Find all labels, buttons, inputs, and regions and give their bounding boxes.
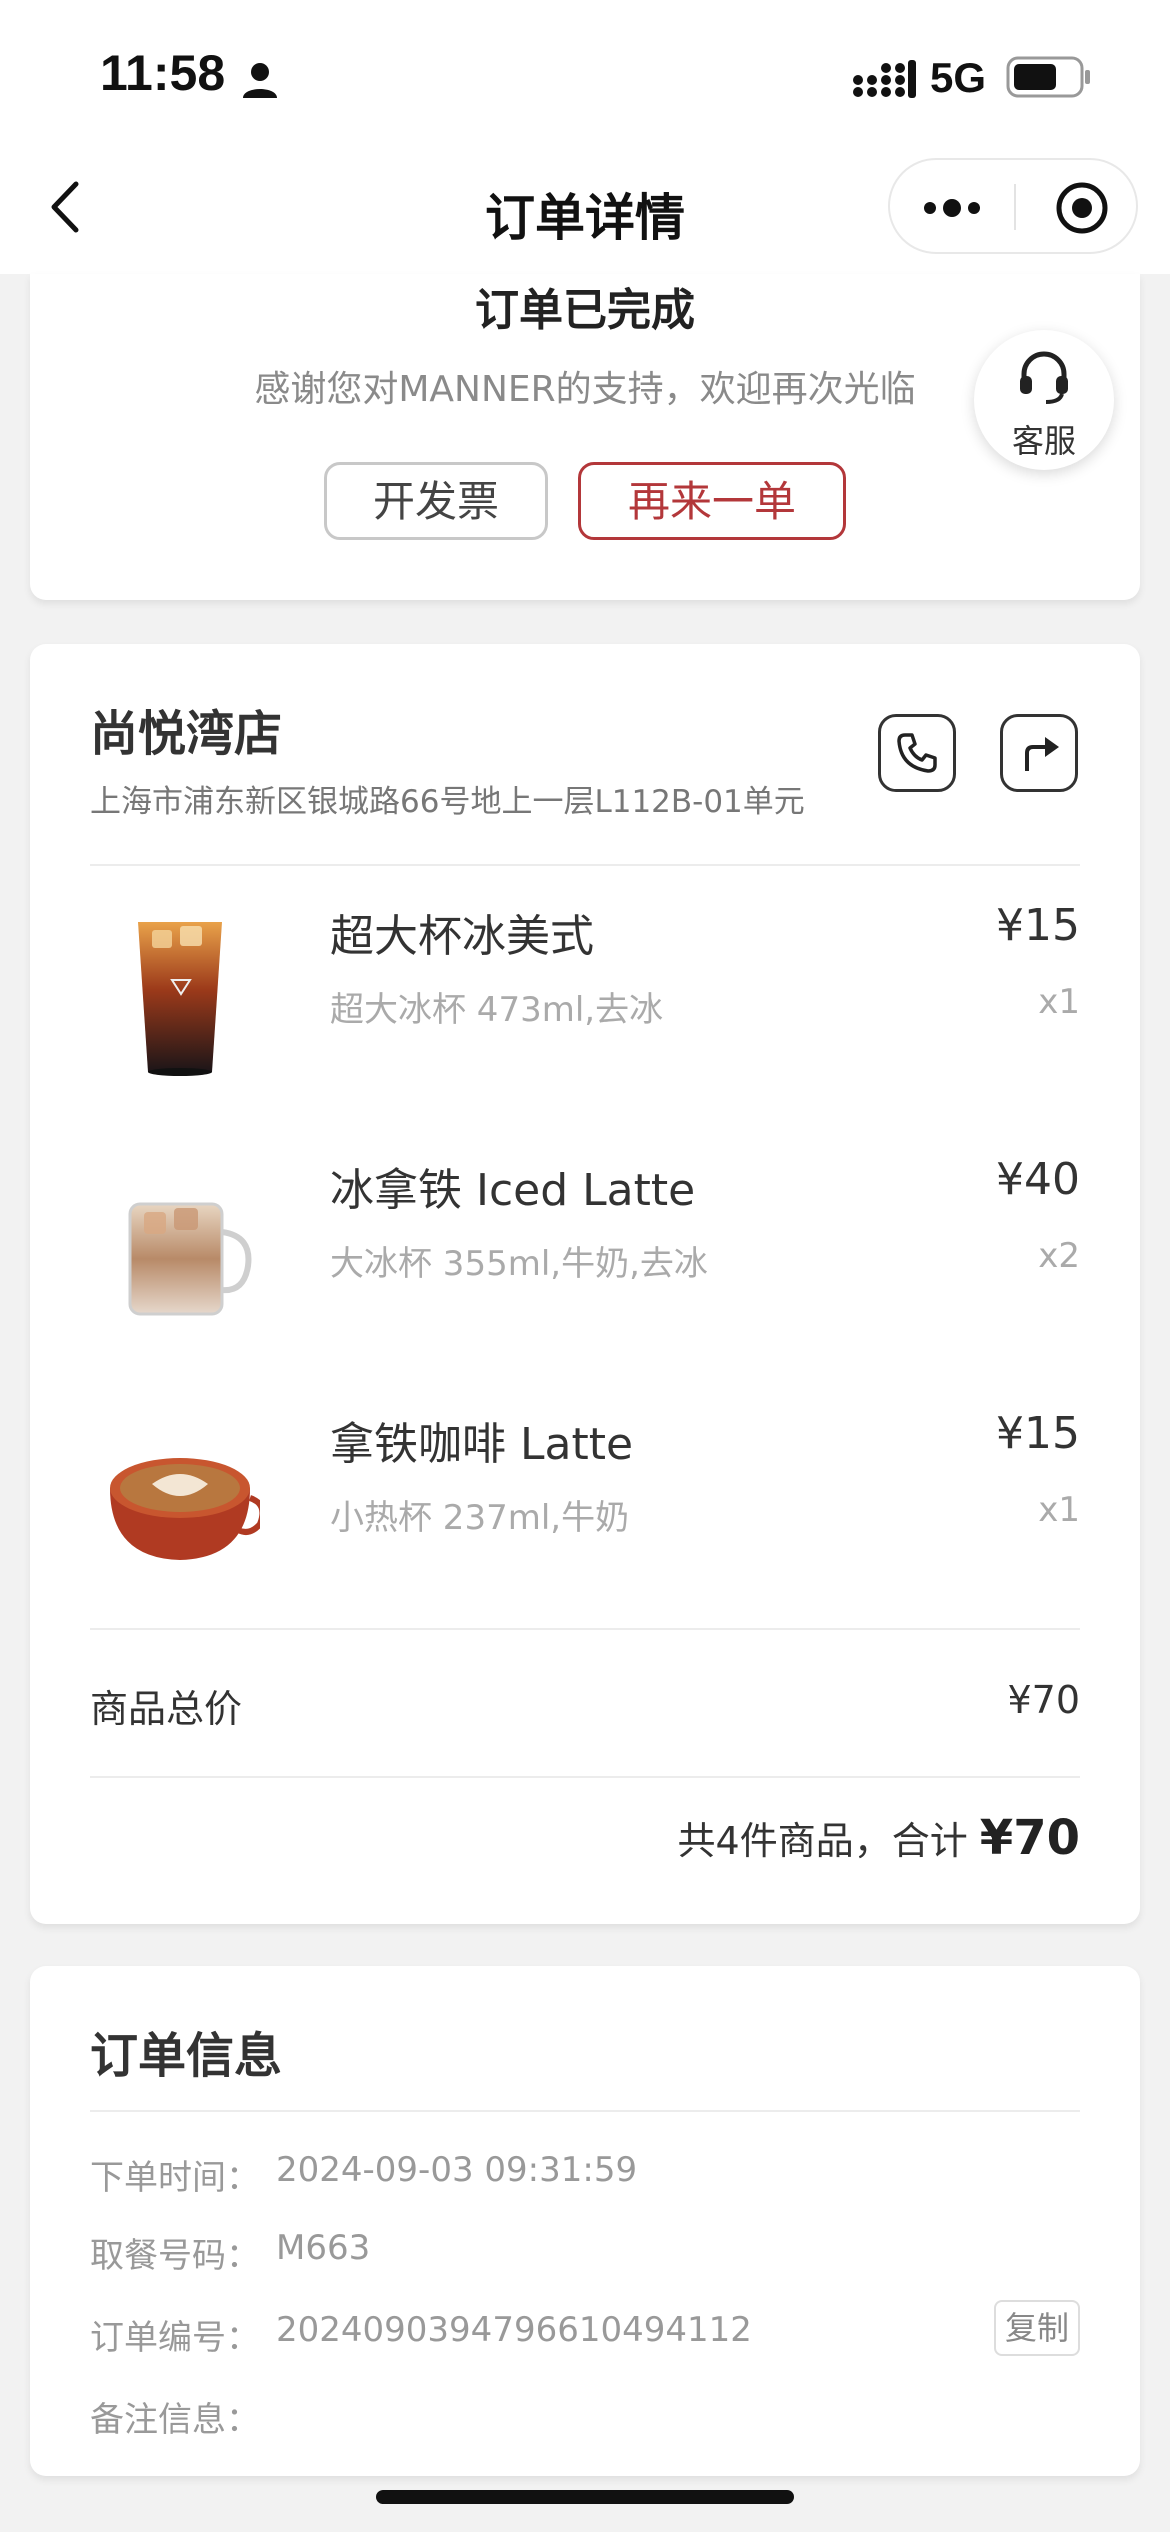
divider <box>90 1776 1080 1778</box>
info-row-order-time: 下单时间： 2024-09-03 09:31:59 <box>90 2150 1080 2210</box>
divider <box>90 1628 1080 1630</box>
info-row-pickup-code: 取餐号码： M663 <box>90 2228 1080 2288</box>
subtotal-label: 商品总价 <box>90 1687 243 1731</box>
order-item: 拿铁咖啡 Latte 小热杯 237ml,牛奶 ¥15 x1 <box>30 1378 1140 1618</box>
info-label: 订单编号： <box>90 2318 260 2358</box>
item-quantity: x1 <box>1038 1490 1080 1530</box>
status-bar: 11:58 5G <box>0 0 1170 150</box>
capsule-divider <box>1014 184 1016 230</box>
item-spec: 小热杯 237ml,牛奶 <box>330 1498 630 1538</box>
item-quantity: x1 <box>1038 982 1080 1022</box>
item-spec: 大冰杯 355ml,牛奶,去冰 <box>330 1244 708 1284</box>
order-item: 冰拿铁 Iced Latte 大冰杯 355ml,牛奶,去冰 ¥40 x2 <box>30 1124 1140 1364</box>
copy-button[interactable]: 复制 <box>994 2300 1080 2356</box>
order-total: 共4件商品，合计 ¥70 <box>678 1810 1080 1866</box>
call-store-button[interactable] <box>878 714 956 792</box>
item-price: ¥15 <box>996 900 1080 951</box>
item-price: ¥15 <box>996 1408 1080 1459</box>
reorder-button[interactable]: 再来一单 <box>578 462 846 540</box>
divider <box>90 2110 1080 2112</box>
navigation-icon <box>1025 737 1059 771</box>
info-value: 2024090394796610494112 <box>276 2310 752 2350</box>
info-label: 下单时间： <box>90 2158 260 2198</box>
phone-icon <box>897 733 937 773</box>
item-name: 拿铁咖啡 Latte <box>330 1419 634 1470</box>
nav-bar: 订单详情 <box>0 150 1170 274</box>
store-name: 尚悦湾店 <box>90 706 283 762</box>
status-time: 11:58 <box>100 45 226 101</box>
navigate-store-button[interactable] <box>1000 714 1078 792</box>
total-amount: ¥70 <box>979 1810 1080 1866</box>
battery-icon <box>1006 56 1090 98</box>
store-address: 上海市浦东新区银城路66号地上一层L112B-01单元 <box>90 784 805 820</box>
target-icon[interactable] <box>1054 180 1110 236</box>
info-label: 取餐号码： <box>90 2236 260 2276</box>
total-prefix: 共4件商品，合计 <box>677 1819 968 1863</box>
order-status-title: 订单已完成 <box>475 285 695 336</box>
store-order-card: 尚悦湾店 上海市浦东新区银城路66号地上一层L112B-01单元 超大杯冰美式 … <box>30 644 1140 1924</box>
hot-latte-icon <box>110 1458 260 1560</box>
iced-latte-icon <box>128 1202 252 1316</box>
customer-service-button[interactable]: 客服 <box>974 330 1114 470</box>
item-name: 超大杯冰美式 <box>330 911 594 962</box>
mini-program-capsule <box>888 158 1138 254</box>
info-value: M663 <box>276 2228 371 2268</box>
headset-icon <box>1020 351 1068 404</box>
item-quantity: x2 <box>1038 1236 1080 1276</box>
item-spec: 超大冰杯 473ml,去冰 <box>330 990 664 1030</box>
customer-service-label: 客服 <box>1011 422 1076 460</box>
subtotal-value: ¥70 <box>1007 1678 1080 1722</box>
more-icon[interactable] <box>920 190 984 226</box>
info-value: 2024-09-03 09:31:59 <box>276 2150 638 2190</box>
order-item: 超大杯冰美式 超大冰杯 473ml,去冰 ¥15 x1 <box>30 870 1140 1110</box>
info-row-remarks: 备注信息： <box>90 2392 1080 2452</box>
home-indicator <box>376 2490 794 2504</box>
item-name: 冰拿铁 Iced Latte <box>330 1165 696 1216</box>
info-row-order-number: 订单编号： 2024090394796610494112 复制 <box>90 2300 1080 2370</box>
network-label: 5G <box>930 54 987 101</box>
item-price: ¥40 <box>996 1154 1080 1205</box>
signal-icon <box>853 60 916 98</box>
divider <box>90 864 1080 866</box>
order-info-card: 订单信息 下单时间： 2024-09-03 09:31:59 取餐号码： M66… <box>30 1966 1140 2476</box>
info-label: 备注信息： <box>90 2400 260 2440</box>
invoice-button[interactable]: 开发票 <box>324 462 548 540</box>
person-icon <box>243 63 277 98</box>
order-info-title: 订单信息 <box>90 2028 283 2084</box>
iced-americano-icon <box>138 922 222 1076</box>
